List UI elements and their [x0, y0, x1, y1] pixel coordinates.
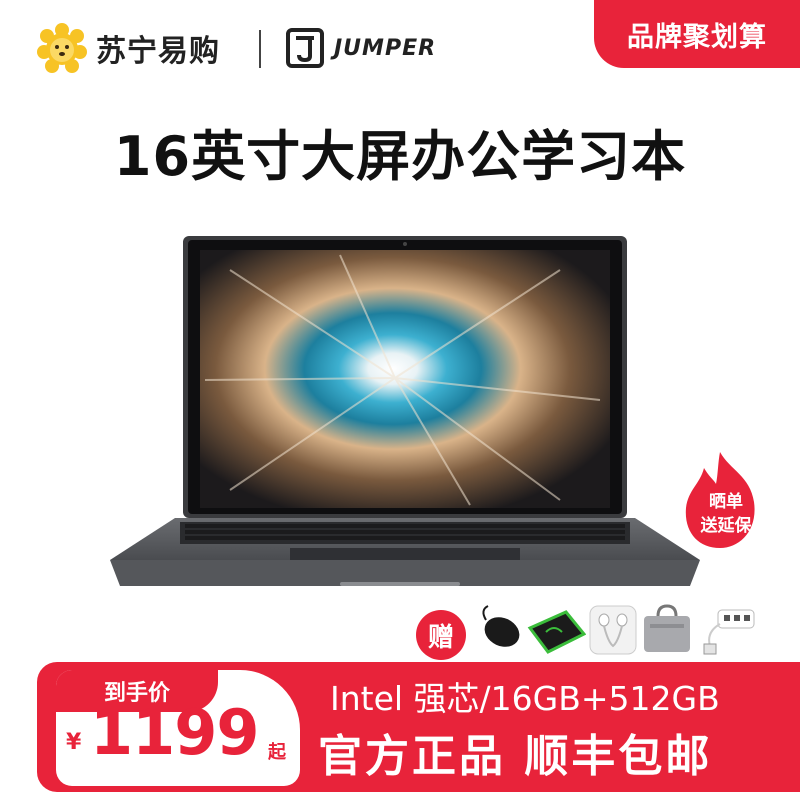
usb-hub-icon: [703, 609, 755, 655]
partner-name: JUMPER: [334, 36, 437, 61]
laptop-bag-icon: [644, 604, 690, 652]
share-badge-line2: 送延保: [700, 516, 752, 536]
store-name: 苏宁易购: [96, 34, 220, 69]
share-badge-text[interactable]: 晒单 送延保: [690, 490, 762, 538]
price-value: 1199: [90, 696, 260, 769]
headline: 16英寸大屏办公学习本: [113, 125, 687, 188]
spec-line: Intel 强芯/16GB+512GB: [330, 679, 720, 718]
lion-face-icon: [37, 23, 87, 73]
share-badge-line1: 晒单: [709, 492, 743, 512]
gift-label: 赠: [416, 610, 466, 660]
laptop-product-image: [110, 236, 700, 586]
promo-tag[interactable]: 品牌聚划算: [594, 0, 800, 68]
guarantee-line: 官方正品 顺丰包邮: [318, 731, 713, 782]
price-suffix: 起: [268, 742, 286, 763]
currency-symbol: ¥: [66, 730, 82, 755]
mousepad-icon: [527, 610, 586, 654]
earphones-icon: [589, 605, 637, 655]
mouse-icon: [482, 605, 520, 647]
brand-divider: [259, 30, 261, 68]
jumper-j-mark-icon: [286, 28, 324, 68]
